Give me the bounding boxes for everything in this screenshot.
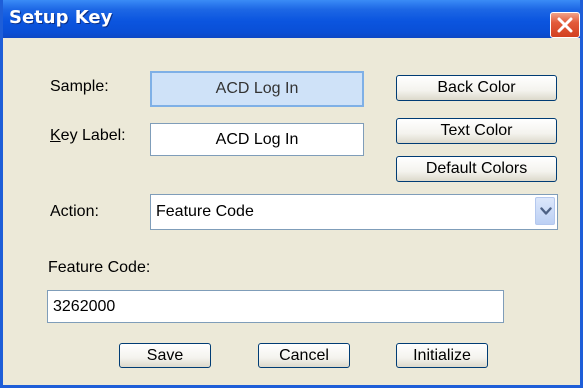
default-colors-button-label: Default Colors xyxy=(425,160,528,177)
save-button-label: Save xyxy=(146,346,184,364)
sample-preview-text: ACD Log In xyxy=(215,80,299,97)
default-colors-button[interactable]: Default Colors xyxy=(396,156,557,182)
key-label-accesskey: K xyxy=(50,127,61,144)
back-color-button-label: Back Color xyxy=(437,79,516,96)
action-dropdown-value: Feature Code xyxy=(156,203,254,220)
key-label-input-value: ACD Log In xyxy=(215,130,299,148)
sample-preview: ACD Log In xyxy=(150,71,364,107)
feature-code-input-value: 3262000 xyxy=(53,298,116,315)
initialize-button[interactable]: Initialize xyxy=(396,343,488,368)
back-color-button[interactable]: Back Color xyxy=(396,75,557,101)
setup-key-dialog: Setup Key Sample: ACD Log In Key Label: … xyxy=(0,0,583,388)
action-dropdown[interactable]: Feature Code xyxy=(150,194,558,230)
key-label-input[interactable]: ACD Log In xyxy=(150,123,364,156)
action-label: Action: xyxy=(50,203,99,220)
key-label-label-rest: ey Label: xyxy=(60,127,126,144)
key-label-label: Key Label: xyxy=(50,127,126,145)
text-color-button-label: Text Color xyxy=(440,122,513,139)
cancel-button[interactable]: Cancel xyxy=(258,343,350,368)
initialize-button-label: Initialize xyxy=(413,346,471,364)
window-title: Setup Key xyxy=(9,7,113,28)
chevron-down-icon xyxy=(540,207,552,215)
close-icon xyxy=(557,17,573,33)
action-dropdown-arrow[interactable] xyxy=(535,197,555,225)
close-button[interactable] xyxy=(550,12,580,38)
save-button[interactable]: Save xyxy=(119,343,211,368)
feature-code-input[interactable]: 3262000 xyxy=(47,290,504,323)
cancel-button-label: Cancel xyxy=(279,346,329,364)
feature-code-label: Feature Code: xyxy=(48,259,151,276)
text-color-button[interactable]: Text Color xyxy=(396,118,557,144)
sample-label: Sample: xyxy=(50,78,109,95)
title-bar[interactable]: Setup Key xyxy=(3,0,580,38)
